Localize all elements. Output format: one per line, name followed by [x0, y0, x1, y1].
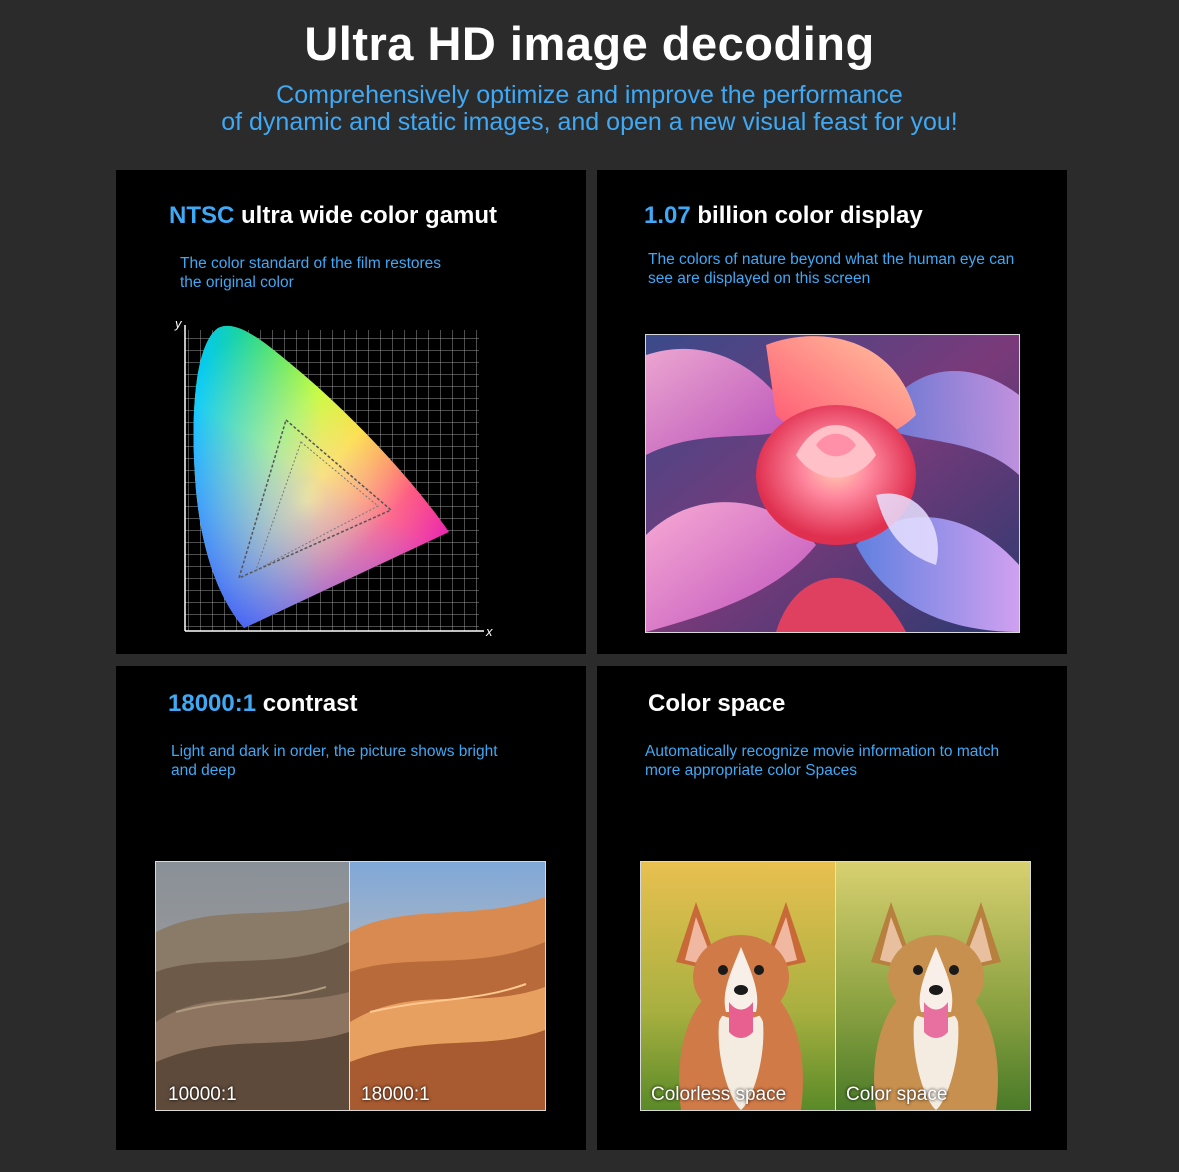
gamut-panel: NTSC ultra wide color gamut The color st… [116, 170, 586, 654]
corgi-comparison-image: Colorless space Color space [640, 861, 1031, 1111]
subtitle-line-2: of dynamic and static images, and open a… [221, 108, 958, 136]
contrast-panel: 18000:1 contrast Light and dark in order… [116, 666, 586, 1150]
billion-title-highlight: 1.07 [644, 202, 691, 229]
color-space-panel: Color space Automatically recognize movi… [597, 666, 1067, 1150]
page-title: Ultra HD image decoding [304, 17, 875, 70]
colorspace-right-label: Color space [846, 1084, 948, 1105]
contrast-description: Light and dark in order, the picture sho… [171, 742, 498, 780]
flower-image [645, 334, 1020, 633]
desert-illustration [156, 862, 545, 1110]
billion-color-panel: 1.07 billion color display The colors of… [597, 170, 1067, 654]
corgi-illustration [641, 862, 1030, 1110]
colorspace-description: Automatically recognize movie informatio… [645, 742, 999, 780]
colorspace-left-label: Colorless space [651, 1084, 787, 1105]
colorspace-desc-line-1: Automatically recognize movie informatio… [645, 743, 1000, 760]
billion-description: The colors of nature beyond what the hum… [648, 250, 1014, 288]
x-axis-label: x [485, 624, 493, 639]
billion-title: 1.07 billion color display [644, 202, 923, 230]
desert-right-half [350, 862, 545, 1110]
corgi-right-half [836, 862, 1030, 1110]
y-axis-label: y [174, 316, 183, 331]
contrast-left-label: 10000:1 [168, 1084, 237, 1105]
colorspace-desc-line-2: more appropriate color Spaces [645, 762, 857, 779]
billion-title-rest: billion color display [690, 202, 923, 229]
flower-illustration [646, 335, 1019, 632]
corgi-left-half [641, 862, 835, 1110]
cie-chromaticity-diagram: y x [174, 316, 493, 639]
desert-left-half [156, 862, 349, 1110]
contrast-desc-line-2: and deep [171, 762, 236, 779]
contrast-desc-line-1: Light and dark in order, the picture sho… [171, 743, 498, 760]
contrast-title-highlight: 18000:1 [168, 690, 257, 717]
contrast-title: 18000:1 contrast [168, 690, 357, 718]
colorspace-title: Color space [648, 690, 786, 717]
page-subtitle: Comprehensively optimize and improve the… [0, 82, 1179, 136]
contrast-right-label: 18000:1 [361, 1084, 430, 1105]
subtitle-line-1: Comprehensively optimize and improve the… [276, 81, 903, 109]
contrast-title-rest: contrast [256, 690, 358, 717]
desert-comparison-image: 10000:1 18000:1 [155, 861, 546, 1111]
billion-desc-line-1: The colors of nature beyond what the hum… [648, 251, 1015, 268]
billion-desc-line-2: see are displayed on this screen [648, 270, 871, 287]
